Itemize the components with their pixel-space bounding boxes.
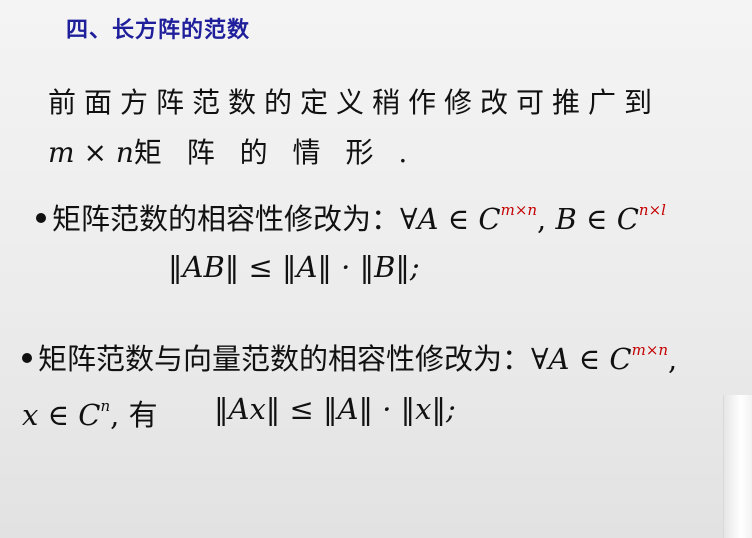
in-symbol-2: ∈ [576, 202, 617, 236]
set-c-3: C [609, 342, 632, 376]
var-b: B [555, 202, 577, 236]
in-symbol-3: ∈ [569, 342, 610, 376]
in-symbol-4: ∈ [38, 398, 79, 432]
trailing-comma: , [668, 342, 678, 376]
bullet-2-text: 矩阵范数与向量范数的相容性修改为： [38, 342, 532, 376]
forall-symbol: ∀ [400, 202, 418, 236]
intro-paragraph: 前面方阵范数的定义稍作修改可推广到 m × n矩 阵 的 情 形 . [48, 78, 708, 178]
superscript-mxn-2: m×n [631, 341, 669, 359]
bullet-icon [36, 213, 46, 223]
comma: , [537, 202, 556, 236]
set-c-2: C [616, 202, 639, 236]
slide: 四、长方阵的范数 前面方阵范数的定义稍作修改可推广到 m × n矩 阵 的 情 … [0, 0, 752, 538]
superscript-nxl: n×l [638, 201, 666, 219]
var-a: A [417, 202, 439, 236]
section-title: 四、长方阵的范数 [66, 18, 251, 43]
var-x: x [22, 398, 39, 432]
intro-line-1: 前面方阵范数的定义稍作修改可推广到 [48, 86, 661, 119]
forall-symbol-2: ∀ [531, 342, 549, 376]
superscript-mxn: m×n [500, 201, 538, 219]
set-c: C [478, 202, 501, 236]
in-symbol: ∈ [438, 202, 479, 236]
bullet-2: 矩阵范数与向量范数的相容性修改为：∀A ∈ Cm×n, [22, 336, 677, 378]
bullet-1: 矩阵范数的相容性修改为：∀A ∈ Cm×n, B ∈ Cn×l [36, 196, 666, 238]
intro-line-2-text: 矩 阵 的 情 形 . [133, 136, 416, 169]
intro-line-2: m × n矩 阵 的 情 形 . [48, 128, 708, 178]
corner-decoration [723, 395, 752, 538]
formula-1: ‖AB‖ ≤ ‖A‖ · ‖B‖; [168, 250, 420, 284]
bullet-1-text: 矩阵范数的相容性修改为： [52, 202, 401, 236]
set-c-4: C [78, 398, 101, 432]
var-a-2: A [548, 342, 570, 376]
you-text: , 有 [110, 398, 158, 432]
superscript-n: n [100, 397, 111, 415]
formula-2: ‖Ax‖ ≤ ‖A‖ · ‖x‖; [214, 392, 456, 426]
bullet-2-line-2: x ∈ Cn, 有 [22, 392, 158, 434]
matrix-dimensions: m × n [48, 136, 134, 169]
bullet-icon-2 [22, 353, 32, 363]
